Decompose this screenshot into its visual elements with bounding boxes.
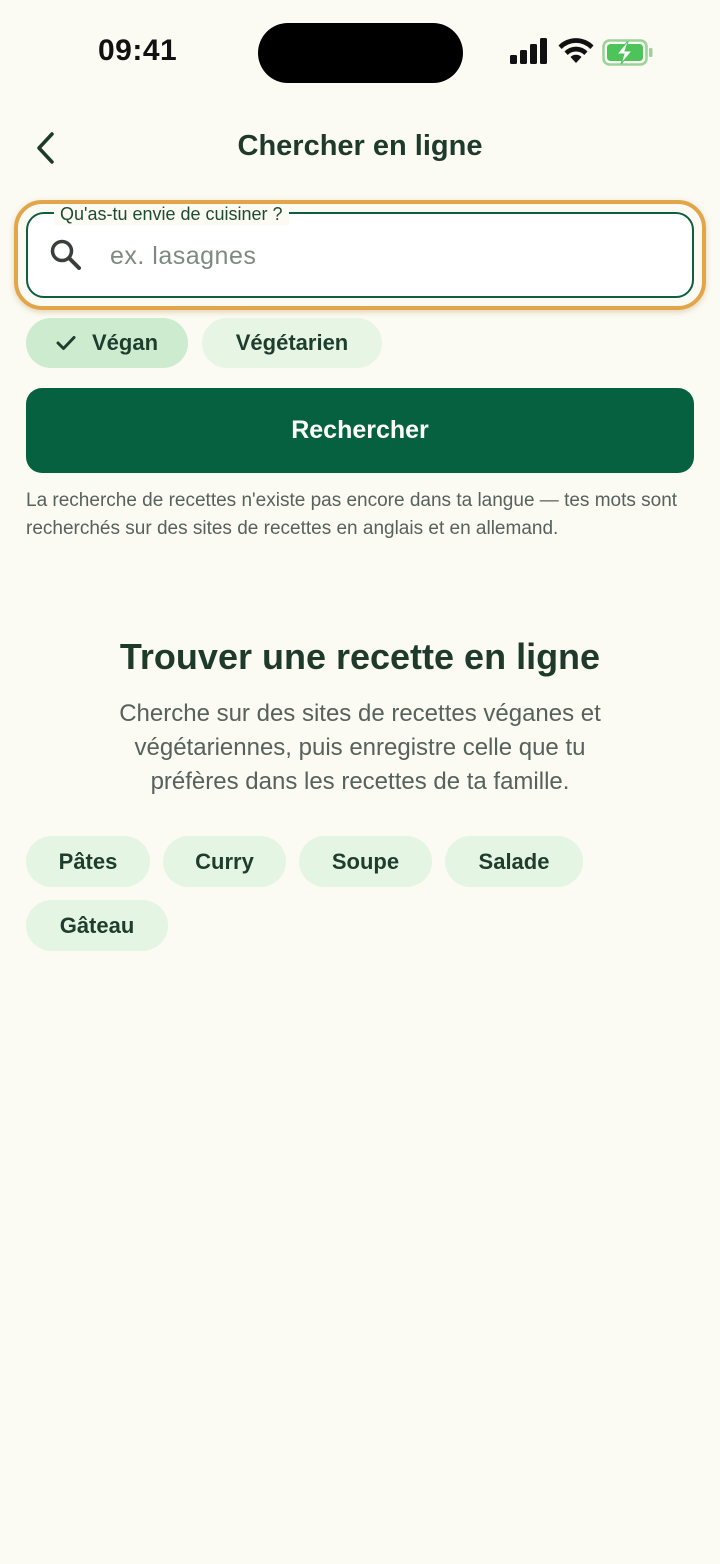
search-button[interactable]: Rechercher bbox=[26, 388, 694, 473]
search-icon bbox=[50, 239, 81, 270]
suggestion-chip-salade[interactable]: Salade bbox=[445, 836, 583, 887]
status-time: 09:41 bbox=[98, 34, 178, 67]
filter-chip-vegan[interactable]: Végan bbox=[26, 318, 188, 368]
page-title: Chercher en ligne bbox=[237, 130, 483, 162]
search-input[interactable] bbox=[110, 233, 670, 279]
empty-state-title: Trouver une recette en ligne bbox=[119, 636, 601, 677]
checkmark-icon bbox=[56, 335, 76, 351]
filter-chip-label: Végan bbox=[91, 330, 159, 355]
battery-charging-icon bbox=[602, 39, 653, 66]
suggestion-chip-curry[interactable]: Curry bbox=[163, 836, 286, 887]
cellular-signal-icon bbox=[510, 38, 547, 64]
empty-state-description: Cherche sur des sites de recettes végane… bbox=[119, 700, 601, 795]
suggestion-chip-pates[interactable]: Pâtes bbox=[26, 836, 150, 887]
suggestion-chip-gateau[interactable]: Gâteau bbox=[26, 900, 168, 951]
search-field-label: Qu'as-tu envie de cuisiner ? bbox=[54, 204, 289, 225]
wifi-icon bbox=[558, 38, 594, 63]
filter-chip-label: Végétarien bbox=[235, 330, 349, 355]
filter-chip-vegetarian[interactable]: Végétarien bbox=[202, 318, 382, 368]
dynamic-island bbox=[258, 23, 463, 83]
suggestion-chip-soupe[interactable]: Soupe bbox=[299, 836, 432, 887]
language-notice: La recherche de recettes n'existe pas en… bbox=[26, 490, 678, 539]
screen: 09:41 Chercher en ligne Qu'as-tu envie d… bbox=[0, 0, 720, 1564]
